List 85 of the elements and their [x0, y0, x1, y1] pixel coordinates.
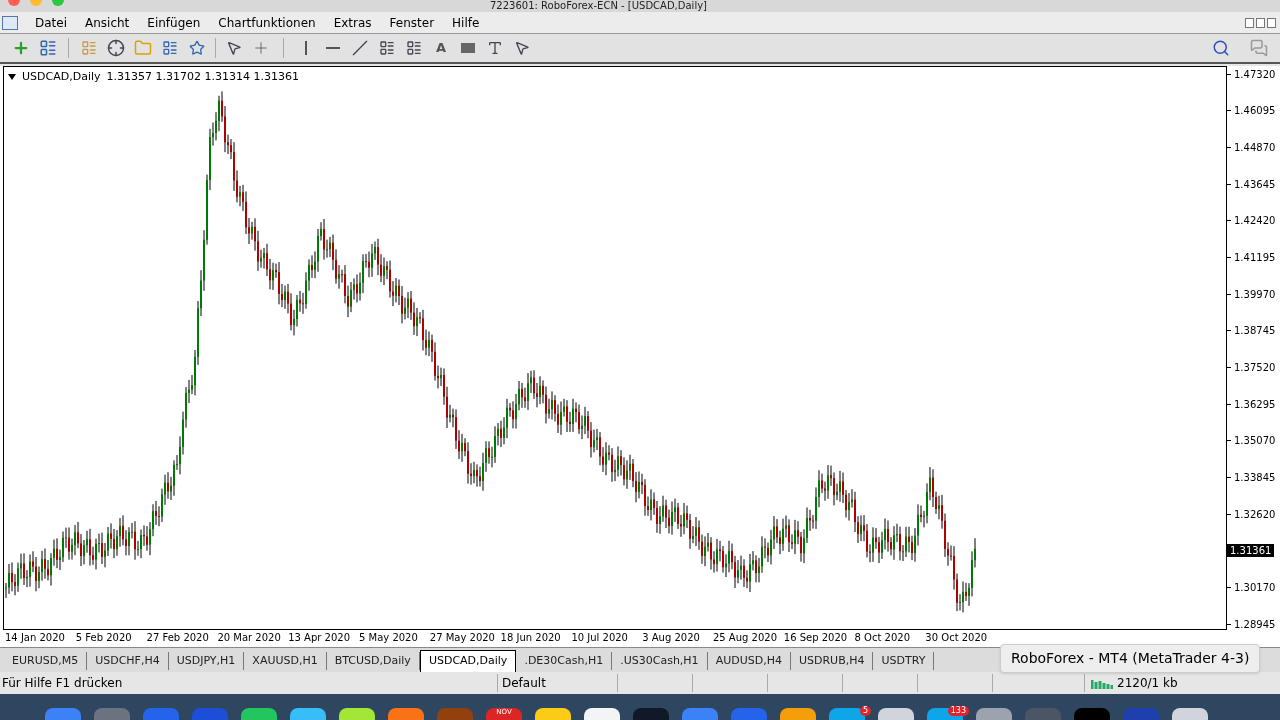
rectangle-icon	[461, 43, 475, 53]
date-axis-label: 16 Sep 2020	[782, 631, 849, 645]
date-axis-label: 5 May 2020	[358, 631, 419, 645]
text-frame-icon	[487, 40, 503, 56]
chart-tab[interactable]: .US30Cash,H1	[612, 652, 708, 670]
chart-tab[interactable]: USDCHF,H4	[87, 652, 169, 670]
connection-bars-icon	[1091, 677, 1113, 689]
navigator-button[interactable]	[105, 37, 127, 59]
price-axis-label: 1.42420	[1234, 214, 1276, 229]
menu-item[interactable]: Einfügen	[138, 13, 210, 32]
price-axis-label: 1.33845	[1234, 471, 1276, 486]
search-icon	[1212, 39, 1230, 57]
chart-tab[interactable]: AUDUSD,H4	[707, 652, 791, 670]
price-axis-label: 1.35070	[1234, 434, 1276, 449]
date-axis-label: 14 Jan 2020	[4, 631, 66, 645]
date-axis-label: 20 Mar 2020	[216, 631, 282, 645]
app-icon	[2, 15, 18, 30]
chat-icon	[1250, 39, 1268, 57]
price-axis-label: 1.38745	[1234, 324, 1276, 339]
price-axis-label: 1.36295	[1234, 397, 1276, 412]
traffic-counter: 2120/1 kb	[1117, 675, 1178, 692]
menu-item[interactable]: Chartfunktionen	[209, 13, 325, 32]
chart-tab[interactable]: USDTRY	[873, 652, 935, 670]
dock-app-icon[interactable]	[584, 708, 620, 720]
list-icon	[162, 40, 178, 56]
window-title: 7223601: RoboForex-ECN - [USDCAD,Daily]	[490, 0, 707, 12]
date-axis-label: 30 Oct 2020	[924, 631, 989, 645]
price-axis-label: 1.37520	[1234, 361, 1276, 376]
status-profile: Default	[497, 674, 617, 692]
vertical-line-icon	[305, 41, 307, 55]
star-icon	[189, 40, 205, 56]
chart-tab[interactable]: USDCAD,Daily	[419, 650, 517, 672]
menu-item[interactable]: Ansicht	[76, 13, 139, 32]
collapse-caret-icon[interactable]	[8, 74, 16, 81]
dock-app-icon[interactable]	[535, 708, 571, 720]
folder-icon	[134, 39, 152, 57]
date-axis-label: 27 Feb 2020	[145, 631, 210, 645]
date-axis-label: 8 Oct 2020	[853, 631, 912, 645]
dock-app-icon[interactable]	[290, 708, 326, 720]
chart-tab[interactable]: XAUUSD,H1	[244, 652, 327, 670]
plus-icon	[12, 39, 30, 57]
menu-item[interactable]: Datei	[26, 13, 76, 32]
price-axis-label: 1.44870	[1234, 141, 1276, 156]
ohlc-values: 1.31357 1.31702 1.31314 1.31361	[106, 69, 299, 85]
notification-badge: 5	[859, 706, 871, 716]
price-axis-label: 1.46095	[1234, 104, 1276, 119]
trendline-icon	[352, 40, 368, 56]
price-axis-label: 1.43645	[1234, 177, 1276, 192]
date-axis-label: 18 Jun 2020	[499, 631, 562, 645]
dock-app-icon[interactable]	[241, 708, 277, 720]
crosshair-icon	[252, 39, 270, 57]
text-tool-button[interactable]: A	[430, 37, 452, 59]
date-axis-label: 3 Aug 2020	[641, 631, 701, 645]
chart-tab[interactable]: EURUSD,M5	[4, 652, 88, 670]
chart-tab[interactable]: USDJPY,H1	[168, 652, 245, 670]
chart-tab[interactable]: .DE30Cash,H1	[516, 652, 613, 670]
dock-app-icon[interactable]	[339, 708, 375, 720]
cursor-icon	[226, 40, 242, 56]
menu-item[interactable]: Hilfe	[443, 13, 489, 32]
horizontal-line-icon	[326, 47, 340, 49]
price-axis-label: 1.39970	[1234, 287, 1276, 302]
chart-tab[interactable]: USDRUB,H4	[790, 652, 874, 670]
menu-item[interactable]: Fenster	[380, 13, 444, 32]
status-help-text: Für Hilfe F1 drücken	[1, 675, 124, 692]
tooltip: RoboForex - MT4 (MetaTrader 4-3)	[1000, 644, 1261, 673]
notification-badge: 133	[947, 706, 969, 716]
chart-tab[interactable]: BTCUSD,Daily	[326, 652, 420, 670]
menu-item[interactable]: Extras	[324, 13, 381, 32]
price-axis-label: 1.28945	[1234, 617, 1276, 632]
date-axis-label: 13 Apr 2020	[287, 631, 352, 645]
crosshair-icon	[107, 39, 125, 57]
price-axis-label: 1.41195	[1234, 251, 1276, 266]
dock-app-icon[interactable]	[878, 708, 914, 720]
price-axis-label: 1.47320	[1234, 67, 1276, 82]
dock-app-icon[interactable]	[780, 708, 816, 720]
current-price-label: 1.31361	[1227, 544, 1275, 558]
price-axis-label: 1.32620	[1234, 507, 1276, 522]
date-axis-label: 5 Feb 2020	[74, 631, 133, 645]
date-axis-label: 10 Jul 2020	[570, 631, 629, 645]
dock-app-icon[interactable]	[1172, 708, 1208, 720]
date-axis-label: 27 May 2020	[428, 631, 496, 645]
date-axis-label: 25 Aug 2020	[711, 631, 779, 645]
price-axis-label: 1.30170	[1234, 581, 1276, 595]
chart-symbol: USDCAD,Daily	[22, 69, 101, 85]
dock-app-icon[interactable]	[976, 708, 1012, 720]
